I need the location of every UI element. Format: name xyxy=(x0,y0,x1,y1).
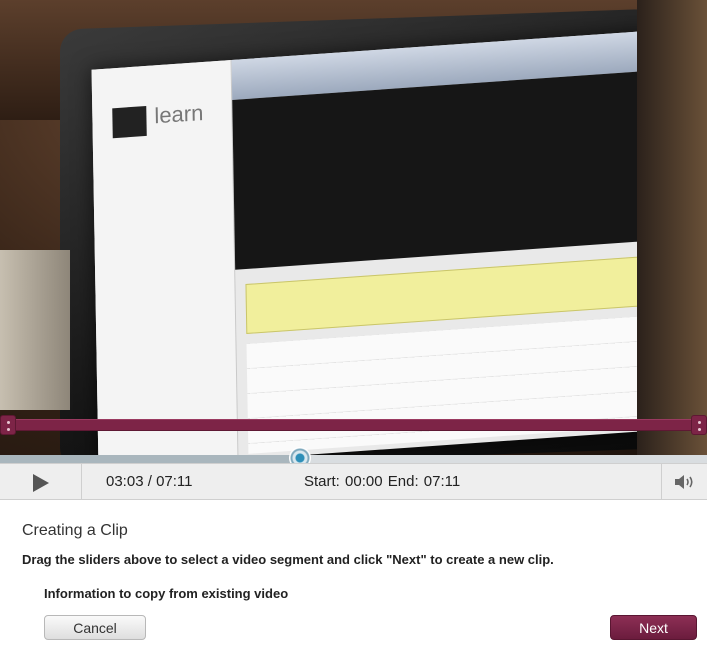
clip-start-handle[interactable] xyxy=(0,415,16,435)
clip-range-slider[interactable] xyxy=(0,415,707,435)
start-label: Start: xyxy=(304,473,340,490)
video-laptop-screen: learn xyxy=(91,30,659,455)
play-button[interactable] xyxy=(0,464,82,499)
volume-button[interactable] xyxy=(661,464,707,499)
volume-icon xyxy=(675,475,693,489)
playback-progress-fill xyxy=(0,455,300,463)
form-instructions: Drag the sliders above to select a video… xyxy=(22,552,554,567)
start-value: 00:00 xyxy=(345,473,383,490)
clip-end-handle[interactable] xyxy=(691,415,707,435)
video-screen-logo-text: learn xyxy=(154,99,204,129)
video-frame[interactable]: learn xyxy=(0,0,707,455)
video-edge xyxy=(637,0,707,455)
clip-range-readout: Start: 00:00 End: 07:11 xyxy=(304,473,460,490)
playback-progress-track[interactable] xyxy=(0,455,707,463)
next-button[interactable]: Next xyxy=(610,615,697,640)
time-readout: 03:03 / 07:11 xyxy=(106,473,193,490)
video-screen-logo-icon xyxy=(112,105,147,139)
video-screen-player xyxy=(232,70,656,270)
cancel-button[interactable]: Cancel xyxy=(44,615,146,640)
clip-range-bar xyxy=(8,419,699,431)
time-separator: / xyxy=(143,473,157,490)
player-control-bar: 03:03 / 07:11 Start: 00:00 End: 07:11 xyxy=(0,463,707,500)
video-paper xyxy=(0,250,70,410)
clip-creator: learn 03:03 / 07:11 Start: 00:00 End: 07… xyxy=(0,0,707,656)
copy-info-heading: Information to copy from existing video xyxy=(44,586,289,601)
end-label: End: xyxy=(387,473,419,490)
play-icon xyxy=(33,474,49,492)
clip-form: Creating a Clip Drag the sliders above t… xyxy=(0,500,707,656)
duration: 07:11 xyxy=(156,473,193,490)
form-title: Creating a Clip xyxy=(22,522,128,539)
current-time: 03:03 xyxy=(106,473,144,490)
end-value: 07:11 xyxy=(423,473,461,490)
